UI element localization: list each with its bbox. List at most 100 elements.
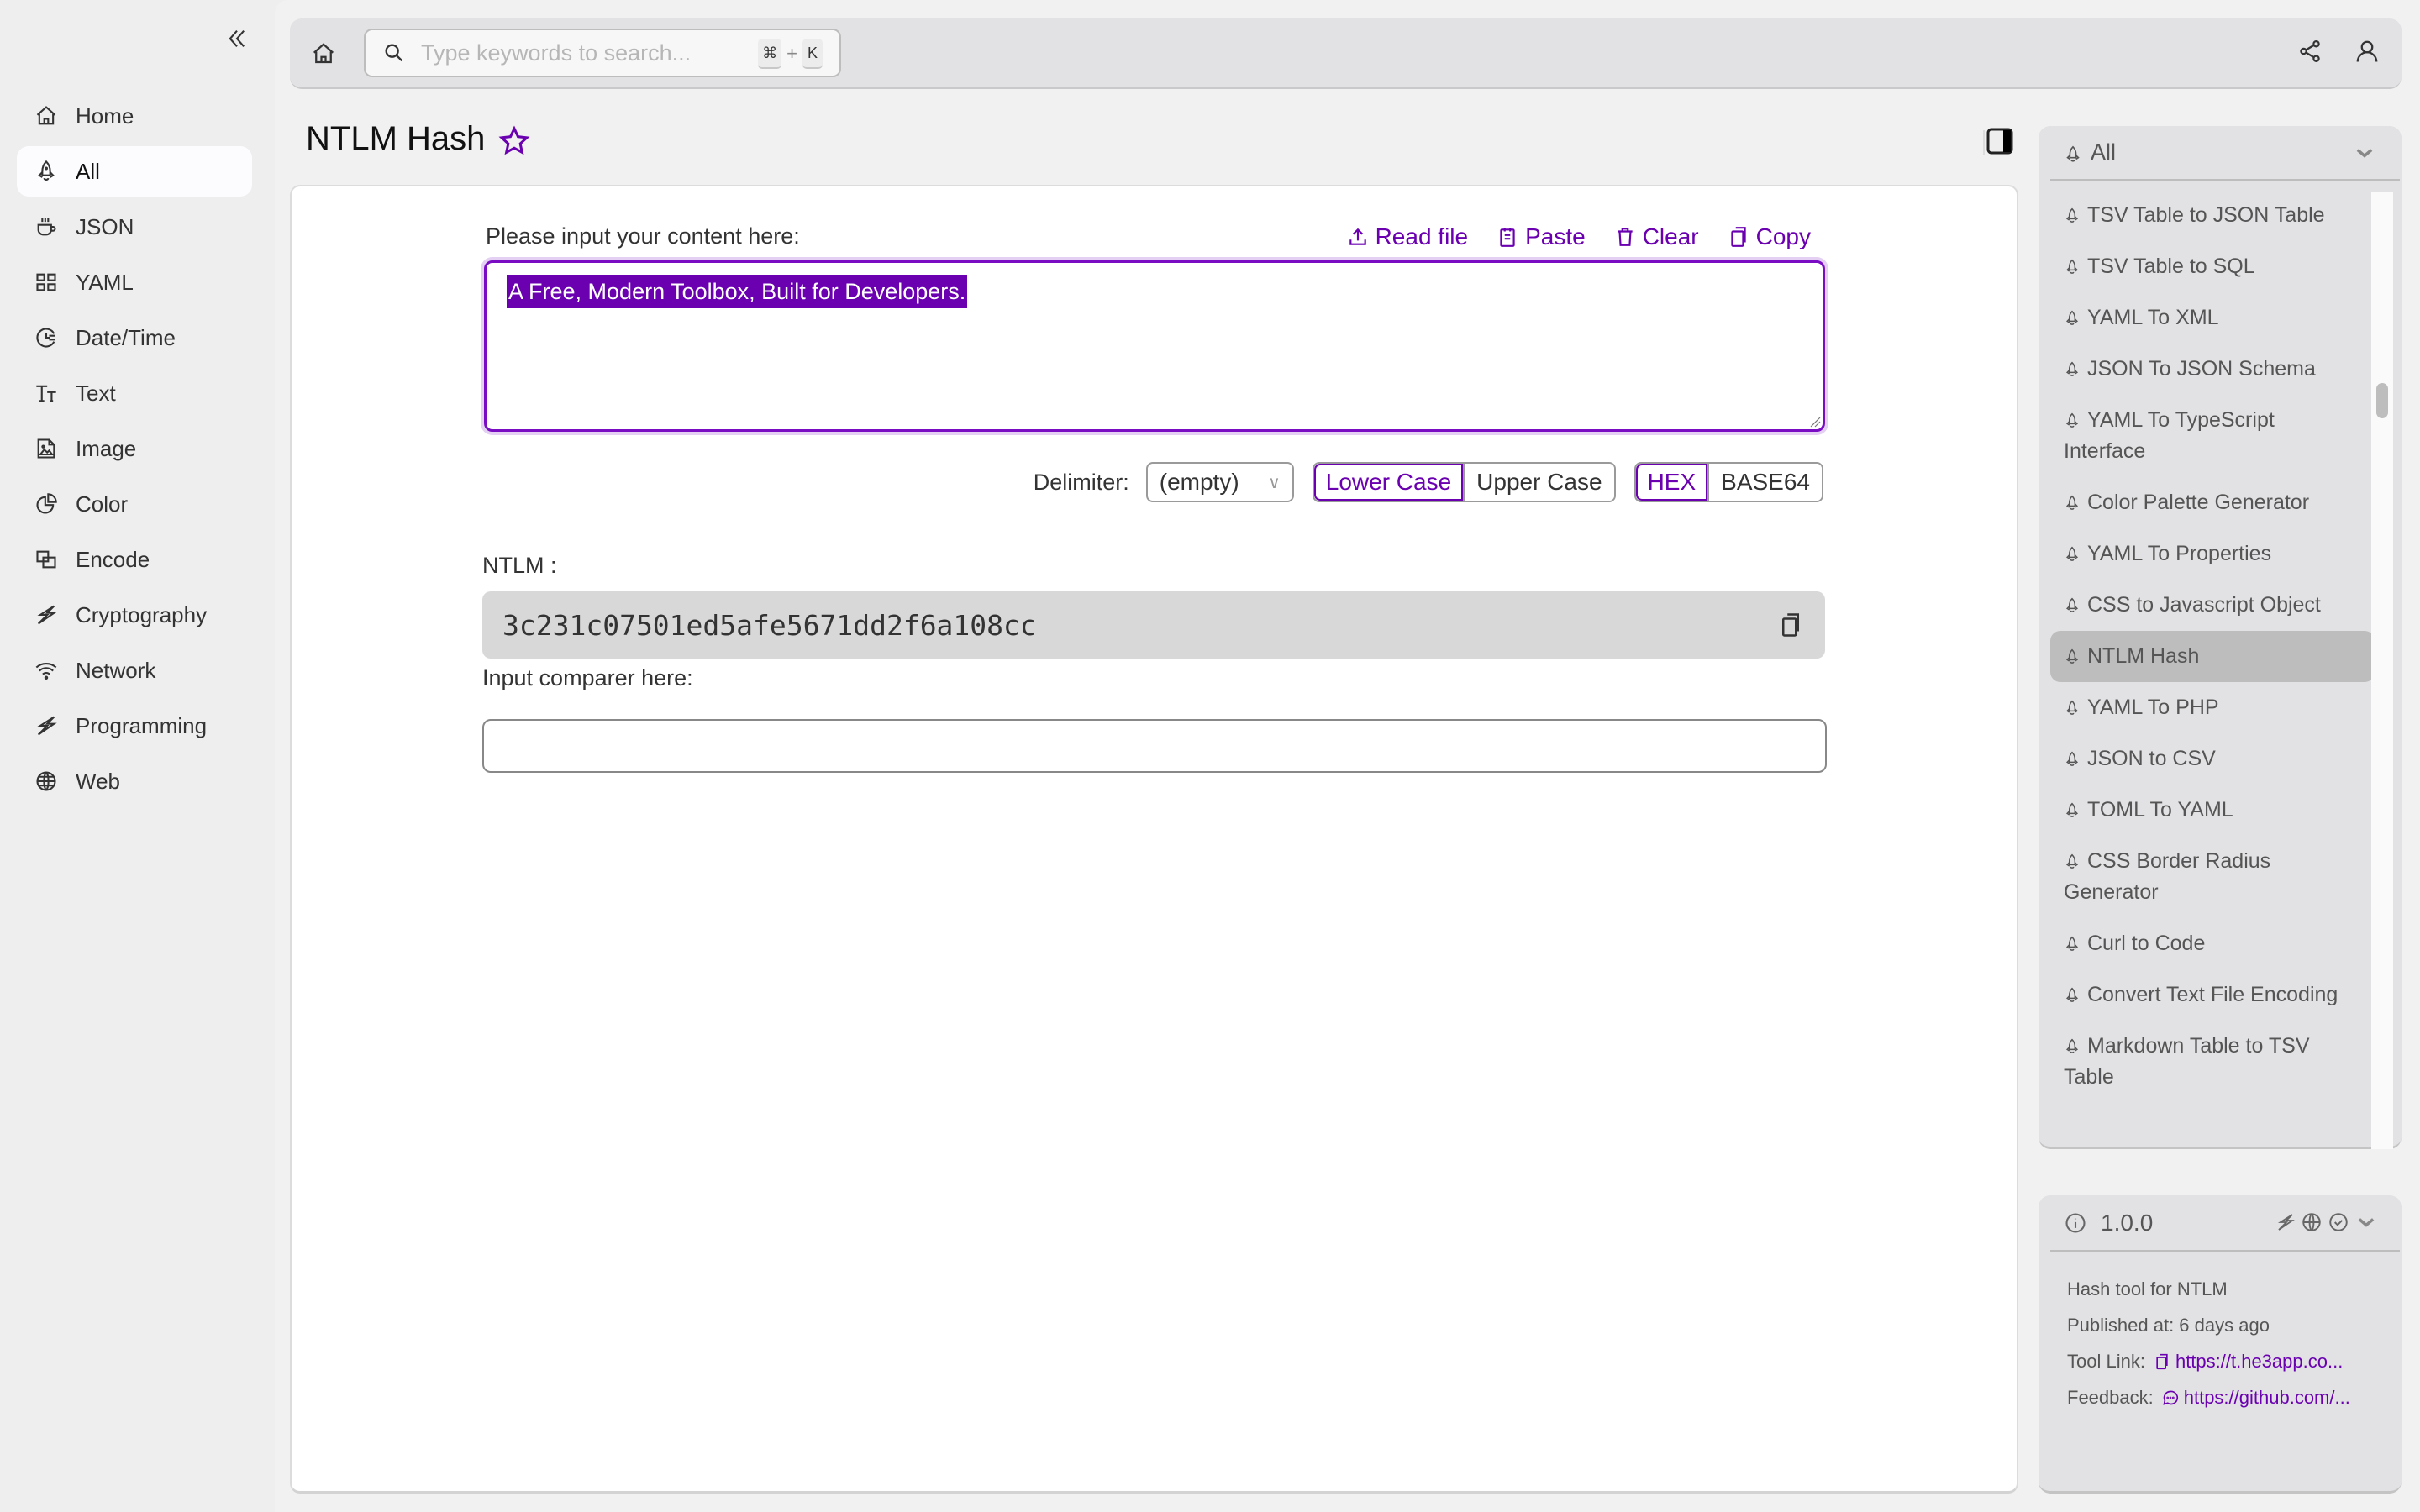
tool-description: Hash tool for NTLM bbox=[2067, 1278, 2228, 1299]
sidebar-item-text[interactable]: Text bbox=[17, 368, 252, 418]
tool-list-scrollbar[interactable] bbox=[2371, 192, 2393, 1149]
tool-list-item-label: TSV Table to SQL bbox=[2087, 255, 2255, 278]
rocket-icon bbox=[2064, 1033, 2081, 1053]
sidebar-item-encode[interactable]: Encode bbox=[17, 534, 252, 585]
sidebar-item-label: Programming bbox=[76, 712, 208, 738]
lower-case-button[interactable]: Lower Case bbox=[1313, 464, 1464, 501]
chevron-down-icon bbox=[2358, 1218, 2375, 1227]
tool-list-item-label: CSS Border Radius Generator bbox=[2064, 849, 2271, 904]
home-button[interactable] bbox=[308, 39, 339, 69]
info-header[interactable]: 1.0.0 bbox=[2050, 1195, 2400, 1252]
sidebar-item-home[interactable]: Home bbox=[17, 91, 252, 141]
sidebar-item-datetime[interactable]: Date/Time bbox=[17, 312, 252, 363]
version: 1.0.0 bbox=[2101, 1209, 2154, 1236]
base64-button[interactable]: BASE64 bbox=[1707, 464, 1822, 501]
sidebar-item-network[interactable]: Network bbox=[17, 645, 252, 696]
tool-list-item[interactable]: YAML To Properties bbox=[2050, 528, 2375, 580]
feedback-row: Feedback: https://github.com/... bbox=[2067, 1379, 2350, 1415]
tool-list-item[interactable]: CSS to Javascript Object bbox=[2050, 580, 2375, 631]
sidebar-nav: Home All JSON YAML Date/Time Text Image bbox=[17, 91, 252, 811]
paste-button[interactable]: Paste bbox=[1497, 223, 1586, 250]
tool-list-item[interactable]: TOML To YAML bbox=[2050, 785, 2375, 836]
search-box[interactable]: ⌘ + K bbox=[364, 29, 841, 77]
sidebar-item-label: All bbox=[76, 158, 100, 184]
star-icon bbox=[498, 125, 530, 155]
rocket-icon bbox=[2064, 407, 2081, 428]
comparer-input[interactable] bbox=[484, 721, 1825, 771]
tool-list-item[interactable]: Markdown Table to TSV Table bbox=[2050, 1021, 2375, 1103]
tool-list-item[interactable]: TSV Table to JSON Table bbox=[2050, 190, 2375, 241]
tool-list-item[interactable]: YAML To PHP bbox=[2050, 682, 2375, 733]
share-icon bbox=[2300, 40, 2320, 62]
user-button[interactable] bbox=[2354, 39, 2380, 64]
tool-list-item-label: YAML To Properties bbox=[2087, 542, 2272, 565]
copy-result-button[interactable] bbox=[1778, 612, 1805, 638]
sidebar-item-all[interactable]: All bbox=[17, 146, 252, 197]
sidebar-item-json[interactable]: JSON bbox=[17, 202, 252, 252]
sidebar-item-label: Home bbox=[76, 102, 134, 129]
upper-case-button[interactable]: Upper Case bbox=[1463, 464, 1614, 501]
sidebar-item-programming[interactable]: Programming bbox=[17, 701, 252, 751]
sidebar: Home All JSON YAML Date/Time Text Image bbox=[0, 0, 271, 1512]
sidebar-item-label: Image bbox=[76, 435, 137, 461]
collapse-sidebar-button[interactable] bbox=[224, 24, 250, 54]
hex-button[interactable]: HEX bbox=[1635, 464, 1708, 501]
tool-list-item[interactable]: Color Palette Generator bbox=[2050, 477, 2375, 528]
clear-button[interactable]: Clear bbox=[1614, 223, 1699, 250]
share-button[interactable] bbox=[2297, 39, 2323, 64]
tool-list-item-label: Convert Text File Encoding bbox=[2087, 983, 2338, 1006]
tool-link-text: https://t.he3app.co... bbox=[2175, 1350, 2344, 1372]
delimiter-select[interactable]: (empty) ∨ bbox=[1145, 462, 1294, 502]
tool-link[interactable]: https://t.he3app.co... bbox=[2154, 1351, 2343, 1373]
rocket-icon bbox=[2064, 305, 2081, 325]
tool-list-item[interactable]: JSON To JSON Schema bbox=[2050, 344, 2375, 395]
grid-icon bbox=[36, 273, 56, 291]
shortcut-key-cmd: ⌘ bbox=[758, 39, 782, 69]
tool-list-item[interactable]: JSON to CSV bbox=[2050, 733, 2375, 785]
read-file-button[interactable]: Read file bbox=[1347, 223, 1468, 250]
sidebar-item-cryptography[interactable]: Cryptography bbox=[17, 590, 252, 640]
clipboard-icon bbox=[1500, 228, 1515, 247]
feedback-link[interactable]: https://github.com/... bbox=[2162, 1387, 2350, 1409]
tool-list-item[interactable]: CSS Border Radius Generator bbox=[2050, 836, 2375, 918]
tool-list-item[interactable]: TSV Table to SQL bbox=[2050, 241, 2375, 292]
result-output: 3c231c07501ed5afe5671dd2f6a108cc bbox=[482, 591, 1825, 659]
rocket-icon bbox=[2064, 490, 2081, 510]
tool-list-item-label: Color Palette Generator bbox=[2087, 491, 2310, 514]
content-input[interactable]: A Free, Modern Toolbox, Built for Develo… bbox=[487, 263, 1823, 429]
lightning-icon bbox=[37, 605, 57, 625]
result-label: NTLM : bbox=[482, 553, 557, 578]
sidebar-item-web[interactable]: Web bbox=[17, 756, 252, 806]
feedback-link-text: https://github.com/... bbox=[2183, 1386, 2350, 1408]
category-dropdown[interactable]: All bbox=[2050, 126, 2400, 181]
comparer-label: Input comparer here: bbox=[482, 665, 693, 690]
tool-list-item[interactable]: Convert Text File Encoding bbox=[2050, 969, 2375, 1021]
sidebar-item-yaml[interactable]: YAML bbox=[17, 257, 252, 307]
tool-list-item-label: JSON to CSV bbox=[2087, 747, 2216, 770]
sidebar-item-label: Date/Time bbox=[76, 324, 176, 350]
clock-icon bbox=[36, 328, 55, 348]
divider bbox=[1983, 130, 1985, 155]
sidebar-item-label: Text bbox=[76, 380, 116, 406]
sidebar-right-icon bbox=[1986, 128, 2013, 155]
tool-list-item-label: CSS to Javascript Object bbox=[2087, 593, 2321, 617]
tool-list-item-label: JSON To JSON Schema bbox=[2087, 357, 2316, 381]
globe-icon bbox=[36, 771, 56, 791]
search-input[interactable] bbox=[421, 39, 723, 66]
resize-handle-icon[interactable] bbox=[1809, 416, 1821, 428]
tool-list-item[interactable]: YAML To XML bbox=[2050, 292, 2375, 344]
sidebar-item-label: YAML bbox=[76, 269, 134, 295]
tool-list-item[interactable]: Curl to Code bbox=[2050, 918, 2375, 969]
sidebar-item-color[interactable]: Color bbox=[17, 479, 252, 529]
tool-info-panel: 1.0.0 Hash tool for NTLM Published at: 6… bbox=[2039, 1195, 2402, 1494]
tool-list-scroll-thumb[interactable] bbox=[2376, 383, 2388, 418]
delimiter-label: Delimiter: bbox=[1033, 469, 1129, 495]
tool-list-item-label: YAML To PHP bbox=[2087, 696, 2219, 719]
tool-list-item-label: TOML To YAML bbox=[2087, 798, 2233, 822]
sidebar-item-image[interactable]: Image bbox=[17, 423, 252, 474]
tool-list-item[interactable]: YAML To TypeScript Interface bbox=[2050, 395, 2375, 477]
favorite-button[interactable] bbox=[497, 124, 531, 158]
tool-list-item[interactable]: NTLM Hash bbox=[2050, 631, 2375, 682]
toggle-right-panel-button[interactable] bbox=[1986, 128, 2013, 155]
copy-input-button[interactable]: Copy bbox=[1728, 223, 1811, 250]
